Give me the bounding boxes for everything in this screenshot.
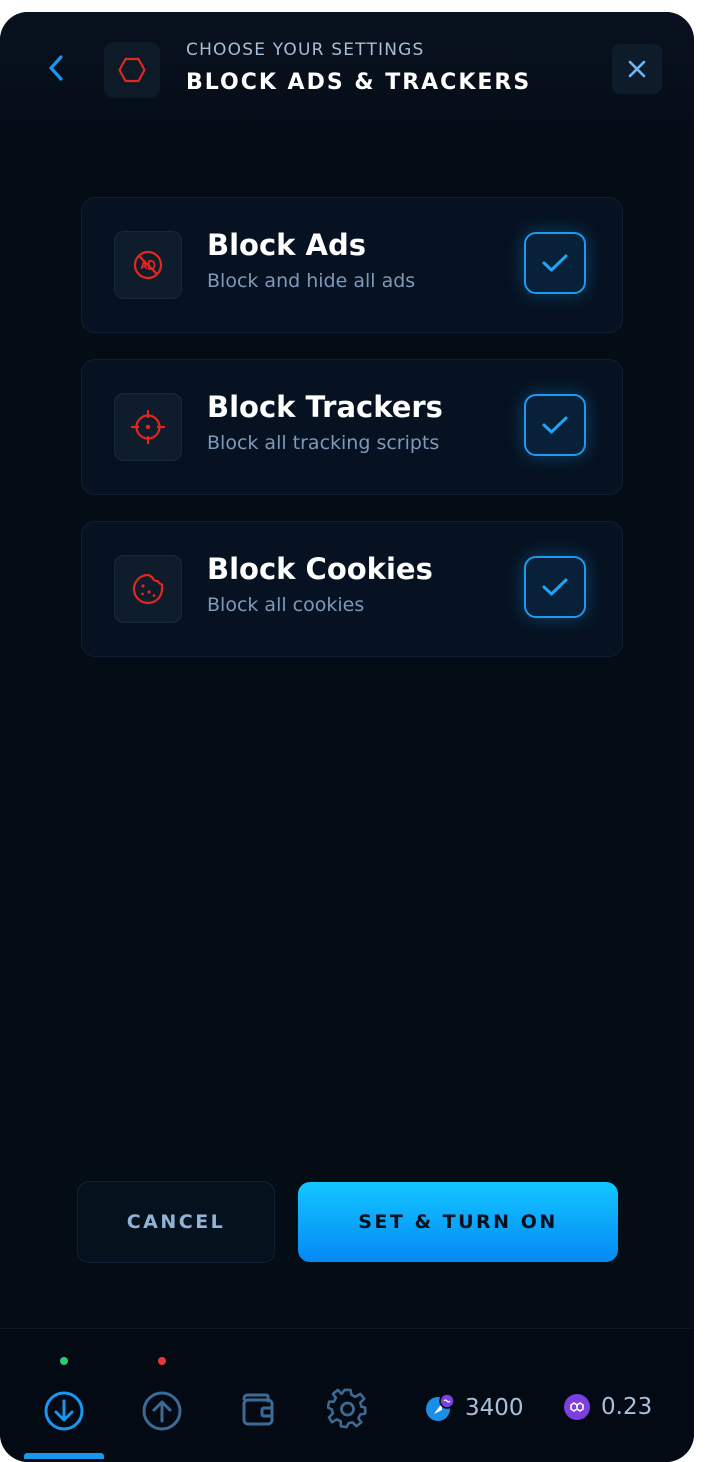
chevron-left-icon <box>49 55 63 81</box>
block-trackers-checkbox[interactable] <box>524 394 586 456</box>
option-icon-box <box>114 231 182 299</box>
feature-badge <box>104 42 160 98</box>
close-icon <box>628 60 646 78</box>
header-subtitle: CHOOSE YOUR SETTINGS <box>186 40 425 60</box>
check-icon <box>542 578 568 596</box>
block-ads-checkbox[interactable] <box>524 232 586 294</box>
block-cookies-checkbox[interactable] <box>524 556 586 618</box>
set-and-turn-on-button[interactable]: SET & TURN ON <box>298 1182 618 1262</box>
upload-status-dot <box>158 1357 166 1365</box>
bottom-nav: 3400 0.23 <box>0 1328 694 1462</box>
polygon-token-icon <box>563 1393 591 1421</box>
option-description: Block all cookies <box>207 594 365 616</box>
cookie-icon <box>132 573 164 605</box>
points-balance: 3400 <box>425 1393 524 1423</box>
option-description: Block all tracking scripts <box>207 432 440 454</box>
option-title: Block Ads <box>207 228 367 262</box>
options-list: Block Ads Block and hide all ads Block T… <box>81 197 623 683</box>
option-icon-box <box>114 393 182 461</box>
option-block-ads: Block Ads Block and hide all ads <box>81 197 623 333</box>
option-title: Block Cookies <box>207 552 433 586</box>
active-tab-indicator <box>24 1453 104 1459</box>
close-button[interactable] <box>612 44 662 94</box>
app-window: CHOOSE YOUR SETTINGS BLOCK ADS & TRACKER… <box>0 12 694 1462</box>
upload-icon <box>142 1391 182 1431</box>
option-icon-box <box>114 555 182 623</box>
token-balance: 0.23 <box>563 1393 652 1421</box>
no-ads-icon <box>133 250 163 280</box>
cancel-button[interactable]: CANCEL <box>77 1181 275 1263</box>
token-value: 0.23 <box>601 1394 653 1420</box>
check-icon <box>542 416 568 434</box>
nav-settings[interactable] <box>318 1379 378 1439</box>
gear-icon <box>327 1388 367 1429</box>
page-title: BLOCK ADS & TRACKERS <box>186 70 532 95</box>
option-block-trackers: Block Trackers Block all tracking script… <box>81 359 623 495</box>
check-icon <box>542 254 568 272</box>
header: CHOOSE YOUR SETTINGS BLOCK ADS & TRACKER… <box>0 12 694 124</box>
crosshair-icon <box>130 409 166 445</box>
download-icon <box>44 1391 84 1431</box>
points-token-icon <box>425 1393 455 1423</box>
option-description: Block and hide all ads <box>207 270 416 292</box>
option-title: Block Trackers <box>207 390 443 424</box>
nav-download[interactable] <box>34 1381 94 1441</box>
back-button[interactable] <box>38 50 74 86</box>
nav-upload[interactable] <box>132 1381 192 1441</box>
download-status-dot <box>60 1357 68 1365</box>
points-value: 3400 <box>465 1395 524 1421</box>
hexagon-icon <box>118 57 146 83</box>
nav-wallet[interactable] <box>228 1379 288 1439</box>
option-block-cookies: Block Cookies Block all cookies <box>81 521 623 657</box>
wallet-icon <box>242 1393 274 1426</box>
